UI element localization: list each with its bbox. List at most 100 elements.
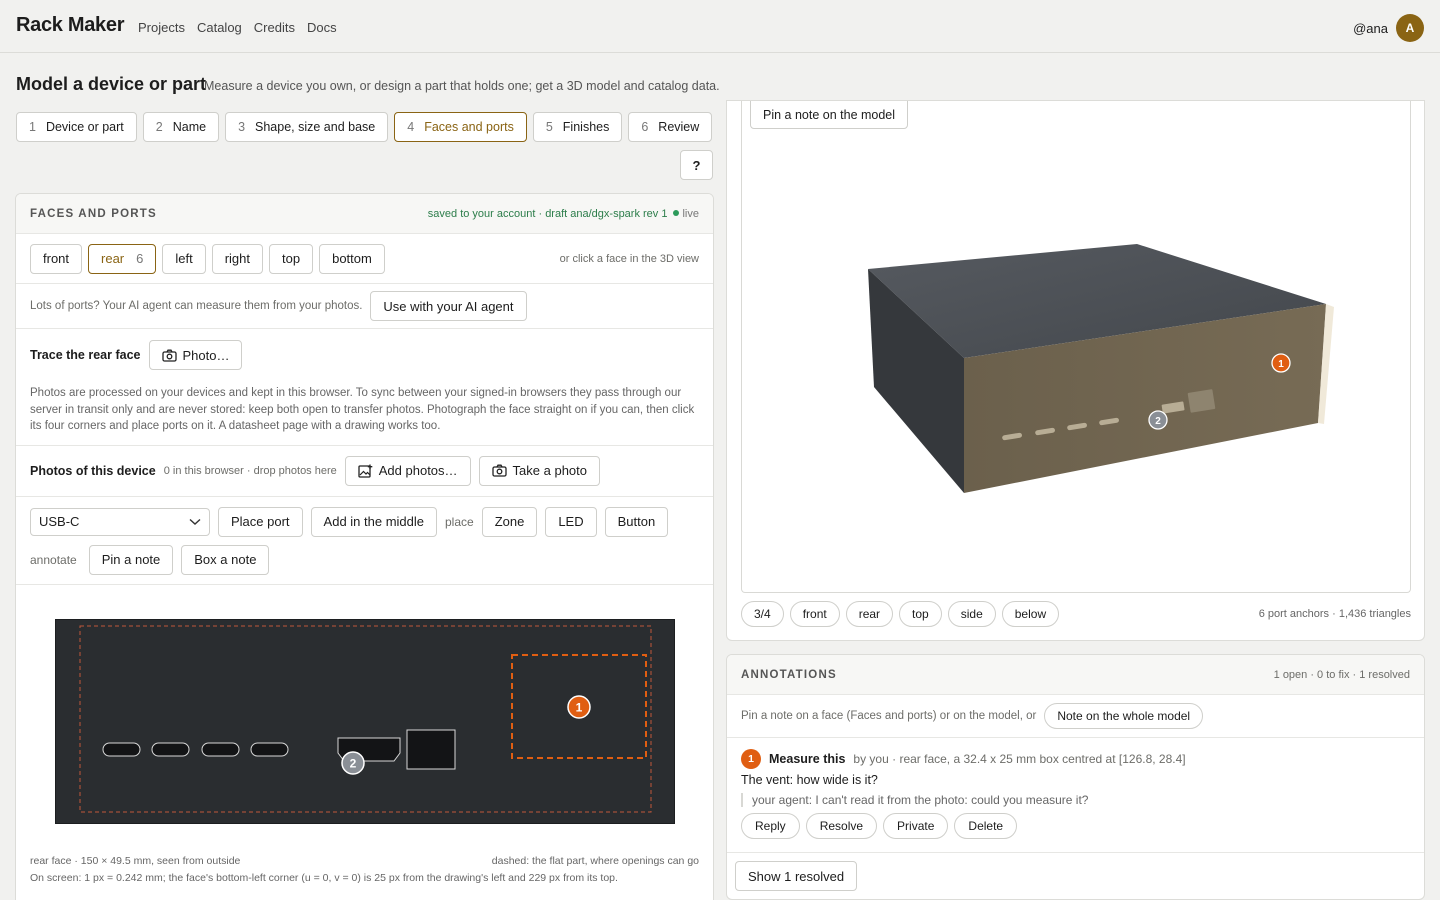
whole-model-row: Pin a note on a face (Faces and ports) o… bbox=[727, 695, 1424, 738]
rear-port-count: 6 bbox=[136, 251, 144, 266]
model-pin-2-label: 2 bbox=[1155, 416, 1161, 427]
agent-row: Lots of ports? Your AI agent can measure… bbox=[16, 284, 713, 329]
device-model-render: 1 2 bbox=[868, 244, 1334, 493]
add-photos-button[interactable]: Add photos… bbox=[344, 455, 471, 486]
trace-label: Trace the rear face bbox=[30, 348, 141, 362]
annotations-title: ANNOTATIONS bbox=[741, 668, 837, 681]
use-ai-agent-button[interactable]: Use with your AI agent bbox=[370, 291, 527, 321]
annotations-summary: 1 open · 0 to fix · 1 resolved bbox=[1273, 668, 1410, 681]
model-viewer-panel: Pin a note on the model 1 2 3/4 front re… bbox=[726, 100, 1425, 641]
nav-credits[interactable]: Credits bbox=[254, 20, 295, 35]
ethernet-port[interactable] bbox=[406, 729, 456, 770]
agent-reply: your agent: I can't read it from the pho… bbox=[741, 793, 1410, 807]
usb-c-port[interactable] bbox=[250, 742, 289, 757]
view-3-4-button[interactable]: 3/4 bbox=[741, 601, 784, 627]
port-tools: USB-C Place port Add in the middle place… bbox=[16, 497, 713, 585]
step-faces-and-ports[interactable]: 4 Faces and ports bbox=[394, 112, 527, 142]
resolve-button[interactable]: Resolve bbox=[805, 813, 878, 839]
model-stats: 6 port anchors · 1,436 triangles bbox=[1258, 608, 1411, 620]
step-name[interactable]: 2 Name bbox=[142, 112, 220, 142]
help-button[interactable]: ? bbox=[680, 150, 713, 180]
page-title: Model a device or part bbox=[16, 74, 207, 94]
annotation-body: The vent: how wide is it? bbox=[741, 773, 878, 787]
step-finishes[interactable]: 5 Finishes bbox=[532, 112, 623, 142]
rear-face-drawing[interactable]: 1 2 bbox=[55, 619, 675, 824]
annotation-item: 1 Measure this by you · rear face, a 32.… bbox=[727, 738, 1424, 853]
trace-photo-button[interactable]: Photo… bbox=[148, 340, 243, 370]
face-top-button[interactable]: top bbox=[269, 243, 314, 274]
model-pin-1-label: 1 bbox=[1278, 359, 1284, 370]
face-selector: front rear 6 left right top bottom or cli… bbox=[16, 234, 713, 284]
view-side-button[interactable]: side bbox=[947, 601, 996, 627]
face-right-button[interactable]: right bbox=[211, 243, 264, 274]
page-subtitle: Measure a device you own, or design a pa… bbox=[204, 79, 720, 93]
camera-icon bbox=[491, 464, 507, 477]
trace-section: Trace the rear face Photo… Photos are pr… bbox=[16, 329, 713, 446]
resolved-row: Show 1 resolved bbox=[727, 853, 1424, 899]
dashed-info: dashed: the flat part, where openings ca… bbox=[491, 855, 699, 867]
face-bottom-button[interactable]: bottom bbox=[319, 243, 385, 274]
annotate-row: annotate Pin a note Box a note bbox=[16, 544, 713, 575]
view-rear-button[interactable]: rear bbox=[845, 601, 894, 627]
step-device-or-part[interactable]: 1 Device or part bbox=[16, 112, 137, 142]
agent-text: Lots of ports? Your AI agent can measure… bbox=[30, 300, 363, 312]
place-button-button[interactable]: Button bbox=[604, 506, 669, 537]
box-a-note-button[interactable]: Box a note bbox=[181, 544, 270, 575]
reply-button[interactable]: Reply bbox=[741, 813, 800, 839]
pin-hint: Pin a note on a face (Faces and ports) o… bbox=[741, 710, 1037, 722]
user-menu[interactable]: @ana A bbox=[1353, 14, 1424, 42]
note-whole-model-button[interactable]: Note on the whole model bbox=[1044, 703, 1204, 729]
port-type-select[interactable]: USB-C bbox=[30, 507, 210, 536]
face-hint: or click a face in the 3D view bbox=[559, 252, 699, 265]
photos-row: Photos of this device 0 in this browser … bbox=[16, 446, 713, 497]
faces-panel-title: FACES AND PORTS bbox=[30, 207, 157, 220]
annotation-title: Measure this bbox=[769, 752, 846, 766]
usb-c-port[interactable] bbox=[151, 742, 190, 757]
step-review[interactable]: 6 Review bbox=[628, 112, 713, 142]
private-button[interactable]: Private bbox=[883, 813, 949, 839]
nav-catalog[interactable]: Catalog bbox=[197, 20, 242, 35]
usb-c-port[interactable] bbox=[102, 742, 141, 757]
annotations-header: ANNOTATIONS 1 open · 0 to fix · 1 resolv… bbox=[727, 655, 1424, 695]
face-rear-button[interactable]: rear 6 bbox=[88, 243, 157, 274]
view-bar: 3/4 front rear top side below 6 port anc… bbox=[741, 601, 1411, 627]
place-zone-button[interactable]: Zone bbox=[481, 506, 538, 537]
annotations-panel: ANNOTATIONS 1 open · 0 to fix · 1 resolv… bbox=[726, 654, 1425, 900]
trace-info: Photos are processed on your devices and… bbox=[30, 387, 695, 432]
save-status: saved to your account · draft ana/dgx-sp… bbox=[427, 207, 699, 220]
trace-row: Trace the rear face Photo… bbox=[16, 329, 713, 377]
face-drawing-svg: 1 2 bbox=[79, 625, 652, 813]
place-led-button[interactable]: LED bbox=[545, 506, 597, 537]
place-port-button[interactable]: Place port bbox=[218, 506, 303, 537]
view-below-button[interactable]: below bbox=[1001, 601, 1060, 627]
annotation-item-header: 1 Measure this by you · rear face, a 32.… bbox=[727, 749, 1424, 769]
face-left-button[interactable]: left bbox=[162, 243, 206, 274]
face-front-button[interactable]: front bbox=[30, 243, 83, 274]
top-bar: Rack Maker Projects Catalog Credits Docs… bbox=[0, 0, 1440, 53]
usb-c-port[interactable] bbox=[201, 742, 240, 757]
delete-button[interactable]: Delete bbox=[954, 813, 1018, 839]
add-image-icon bbox=[358, 464, 373, 478]
faces-panel-header: FACES AND PORTS saved to your account · … bbox=[16, 194, 713, 234]
wizard-steps: 1 Device or part 2 Name 3 Shape, size and b… bbox=[16, 112, 713, 142]
face-size-info: rear face · 150 × 49.5 mm, seen from out… bbox=[30, 855, 241, 867]
photos-label: Photos of this device bbox=[30, 463, 156, 478]
step-shape-size-base[interactable]: 3 Shape, size and base bbox=[225, 112, 389, 142]
view-front-button[interactable]: front bbox=[789, 601, 840, 627]
username: @ana bbox=[1353, 20, 1388, 36]
show-resolved-button[interactable]: Show 1 resolved bbox=[735, 861, 858, 891]
pin-a-note-button[interactable]: Pin a note bbox=[88, 544, 174, 575]
port-tool-row: USB-C Place port Add in the middle place… bbox=[16, 497, 713, 547]
view-top-button[interactable]: top bbox=[899, 601, 942, 627]
3d-viewport[interactable]: Pin a note on the model 1 2 bbox=[741, 101, 1411, 593]
nav-projects[interactable]: Projects bbox=[138, 20, 185, 35]
annotation-meta: by you · rear face, a 32.4 x 25 mm box c… bbox=[853, 752, 1186, 766]
nav-docs[interactable]: Docs bbox=[307, 20, 337, 35]
take-photo-button[interactable]: Take a photo bbox=[478, 455, 600, 486]
add-in-middle-button[interactable]: Add in the middle bbox=[310, 506, 437, 537]
brand-logo[interactable]: Rack Maker bbox=[16, 14, 124, 37]
avatar[interactable]: A bbox=[1396, 14, 1424, 42]
annotation-number-badge: 1 bbox=[741, 749, 761, 769]
note-pin-2-label: 2 bbox=[350, 757, 357, 771]
annotate-label: annotate bbox=[30, 552, 77, 567]
